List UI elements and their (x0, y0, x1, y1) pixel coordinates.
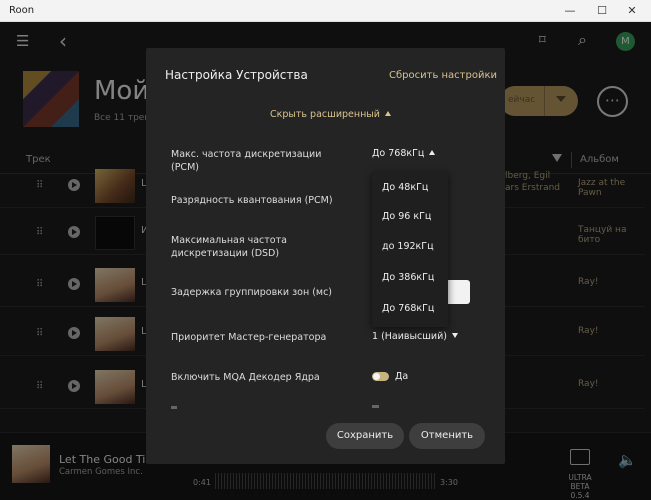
window-title: Roon (9, 5, 35, 16)
max-pcm-rate-select[interactable]: До 768кГц (372, 148, 436, 159)
max-pcm-rate-dropdown: До 48кГц До 96 кГц до 192кГц До 386кГц Д… (372, 172, 448, 327)
reset-settings-link[interactable]: Сбросить настройки (389, 70, 497, 81)
setting-label-max-pcm-rate: Макс. частота дискретизации (PCM) (171, 149, 322, 173)
master-clock-priority-value: 1 (Наивысший) (372, 331, 447, 342)
next-setting-label-fragment (171, 406, 177, 409)
cancel-button[interactable]: Отменить (409, 423, 485, 449)
setting-label-master-clock-priority: Приоритет Мастер-генератора (171, 332, 327, 343)
master-clock-priority-select[interactable]: 1 (Наивысший) (372, 331, 458, 342)
hide-advanced-toggle[interactable]: Скрыть расширенный (270, 109, 391, 120)
dropdown-option[interactable]: до 192кГц (382, 241, 434, 252)
chevron-up-icon (429, 150, 436, 155)
dropdown-option[interactable]: До 386кГц (382, 272, 434, 283)
chevron-up-icon (384, 111, 391, 116)
dialog-title: Настройка Устройства (165, 68, 308, 82)
close-button[interactable]: ✕ (612, 0, 651, 22)
setting-label-mqa-core-decoder: Включить MQA Декодер Ядра (171, 372, 320, 383)
chevron-down-icon (451, 333, 458, 338)
save-button[interactable]: Сохранить (326, 423, 404, 449)
setting-label-zone-grouping-delay: Задержка группировки зон (мс) (171, 287, 333, 298)
device-setup-dialog: Настройка Устройства Сбросить настройки … (146, 48, 505, 464)
max-pcm-rate-value: До 768кГц (372, 148, 425, 159)
setting-label-max-dsd-rate: Максимальная частота дискретизации (DSD) (171, 235, 287, 259)
window-titlebar: Roon — ☐ ✕ (0, 0, 651, 22)
mqa-decoder-value: Да (395, 371, 409, 382)
next-setting-value-fragment (372, 405, 379, 408)
mqa-decoder-toggle[interactable] (372, 372, 389, 381)
hide-advanced-label: Скрыть расширенный (270, 109, 380, 120)
dropdown-option[interactable]: До 768кГц (382, 303, 434, 314)
dropdown-option[interactable]: До 96 кГц (382, 211, 431, 222)
dropdown-option[interactable]: До 48кГц (382, 182, 428, 193)
setting-label-pcm-bit-depth: Разрядность квантования (PCM) (171, 195, 333, 206)
